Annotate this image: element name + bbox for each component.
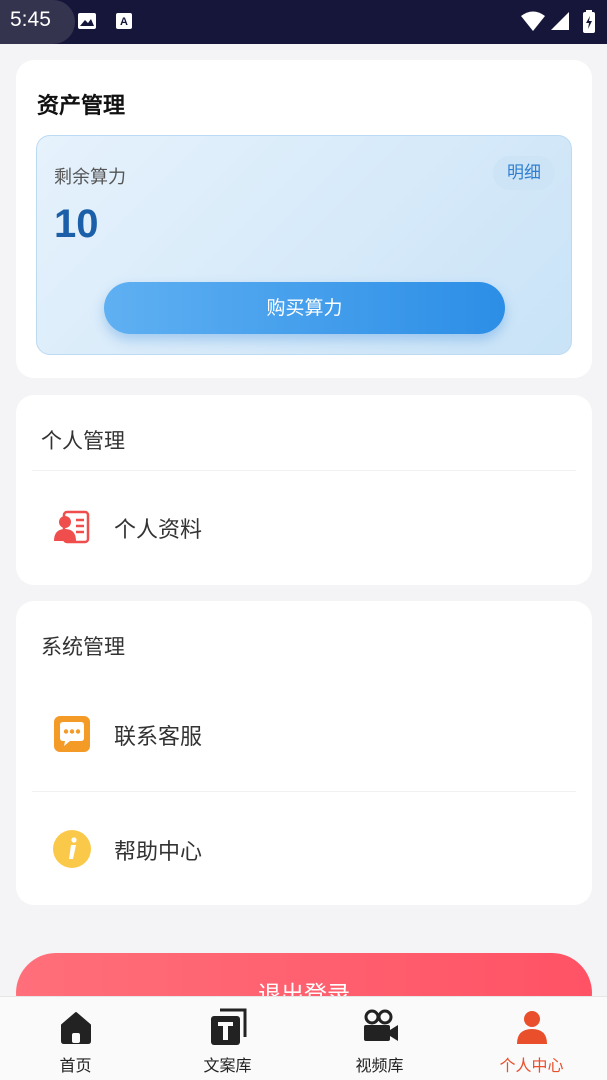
- asset-management-card: 资产管理 剩余算力 明细 10 购买算力: [16, 60, 592, 378]
- help-center-label: 帮助中心: [114, 840, 203, 865]
- asset-management-title: 资产管理: [37, 94, 126, 119]
- system-management-card: 系统管理 联系客服 帮助中心: [16, 601, 592, 905]
- tab-video-library-label: 视频库: [355, 1056, 404, 1075]
- battery-icon: [582, 10, 596, 38]
- tab-text-library[interactable]: 文案库: [152, 997, 303, 1080]
- menu-item-customer-service[interactable]: 联系客服: [16, 699, 592, 769]
- tab-home[interactable]: 首页: [0, 997, 151, 1080]
- wifi-icon: [520, 10, 546, 36]
- video-camera-icon: [360, 1007, 400, 1047]
- menu-item-profile[interactable]: 个人资料: [16, 492, 592, 562]
- remaining-compute-label: 剩余算力: [54, 167, 126, 188]
- divider: [32, 791, 576, 792]
- bottom-tab-bar: 首页 文案库 视频库 个人中心: [0, 996, 607, 1080]
- text-library-icon: [208, 1007, 248, 1047]
- svg-text:A: A: [120, 16, 128, 28]
- compute-balance-panel: 剩余算力 明细 10 购买算力: [36, 135, 572, 355]
- info-icon: [52, 829, 92, 869]
- tab-video-library[interactable]: 视频库: [304, 997, 455, 1080]
- profile-label: 个人资料: [114, 518, 203, 543]
- profile-card-icon: [52, 507, 92, 547]
- remaining-compute-value: 10: [54, 202, 99, 246]
- home-icon: [56, 1007, 96, 1047]
- tab-personal-center[interactable]: 个人中心: [456, 997, 607, 1080]
- signal-icon: [549, 10, 571, 36]
- buy-compute-button[interactable]: 购买算力: [104, 282, 505, 334]
- personal-management-title: 个人管理: [41, 429, 125, 453]
- person-icon: [512, 1007, 552, 1047]
- tab-text-library-label: 文案库: [203, 1056, 252, 1075]
- divider: [32, 470, 576, 471]
- personal-management-card: 个人管理 个人资料: [16, 395, 592, 585]
- menu-item-help-center[interactable]: 帮助中心: [16, 814, 592, 884]
- font-notification-icon: A: [114, 10, 134, 36]
- system-management-title: 系统管理: [41, 635, 125, 659]
- image-notification-icon: [76, 10, 98, 36]
- tab-home-label: 首页: [59, 1056, 92, 1075]
- customer-service-label: 联系客服: [114, 725, 203, 750]
- detail-button[interactable]: 明细: [493, 156, 555, 190]
- status-bar: 5:45 A: [0, 0, 607, 44]
- tab-personal-center-label: 个人中心: [499, 1056, 564, 1075]
- status-time: 5:45: [10, 8, 51, 31]
- chat-bubble-icon: [52, 714, 92, 754]
